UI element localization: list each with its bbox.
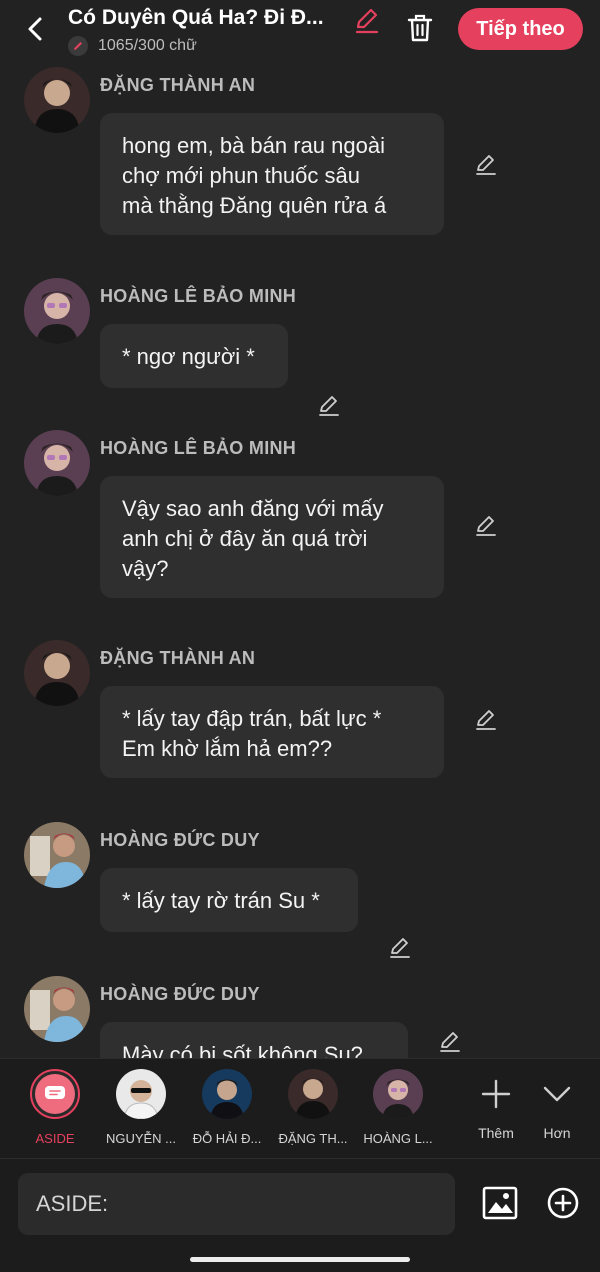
character-do-hai[interactable]: ĐỖ HẢI Đ... [190,1069,264,1146]
speaker-name: HOÀNG LÊ BẢO MINH [100,438,297,458]
character-nguyen[interactable]: NGUYỄN ... [104,1069,178,1146]
character-label: ĐỖ HẢI Đ... [192,1131,262,1146]
avatar[interactable] [24,640,90,706]
message-bubble[interactable]: Vậy sao anh đăng với mấy anh chị ở đây ă… [100,476,444,598]
message-bubble[interactable]: Mày có bị sốt không Su? [100,1022,408,1058]
more-label: Thêm [478,1125,514,1141]
edit-message-button[interactable] [472,512,500,540]
message-bubble[interactable]: hong em, bà bán rau ngoài chợ mới phun t… [100,113,444,235]
speaker-name: HOÀNG ĐỨC DUY [100,830,260,850]
message-line: anh chị ở đây ăn quá trời [122,526,368,551]
back-button[interactable] [18,12,52,46]
speaker-name: ĐẶNG THÀNH AN [100,648,256,668]
story-title[interactable]: Có Duyên Quá Ha? Đi Đ... [68,6,343,30]
message-line: Vậy sao anh đăng với mấy [122,496,384,521]
less-label: Hơn [543,1125,571,1141]
pencil-icon [440,1032,460,1052]
trash-icon [407,14,433,42]
avatar[interactable] [24,976,90,1042]
top-bar: Có Duyên Quá Ha? Đi Đ... 1065/300 chữ Ti… [0,0,600,62]
avatar [373,1069,423,1119]
pencil-icon [476,155,496,175]
edit-title-button[interactable] [350,4,384,38]
collapse-button[interactable]: Hơn [530,1075,584,1141]
message-line: Mày có bị sốt không Su? [122,1042,363,1058]
avatar[interactable] [24,67,90,133]
pencil-icon [319,396,339,416]
add-button[interactable] [543,1183,583,1223]
next-button[interactable]: Tiếp theo [458,8,583,50]
message-line: Em khờ lắm hả em?? [122,736,333,761]
word-count-text: 1065/300 chữ [98,37,197,54]
back-arrow-icon [28,17,42,41]
chevron-down-icon [543,1086,571,1102]
chat-list[interactable]: ĐẶNG THÀNH AN hong em, bà bán rau ngoài … [0,62,600,1058]
add-character-button[interactable]: Thêm [469,1075,523,1141]
edit-message-button[interactable] [386,934,414,962]
avatar [288,1069,338,1119]
pencil-icon [390,938,410,958]
compose-bar: ASIDE: [0,1158,600,1272]
character-aside[interactable]: ASIDE [18,1069,92,1146]
avatar[interactable] [24,278,90,344]
character-label: ASIDE [35,1131,75,1146]
message-bubble[interactable]: * lấy tay rờ trán Su * [100,868,358,932]
home-indicator [190,1257,410,1262]
character-label: NGUYỄN ... [105,1131,177,1146]
message-line: vậy? [122,556,169,581]
delete-button[interactable] [402,10,438,46]
character-label: HOÀNG L... [363,1131,433,1146]
plus-circle-icon [547,1187,579,1219]
image-icon [482,1186,518,1220]
message-line: * lấy tay rờ trán Su * [122,888,320,913]
edit-message-button[interactable] [472,706,500,734]
chat-bubble-icon [45,1086,65,1099]
message-input[interactable]: ASIDE: [18,1173,455,1235]
message-line: hong em, bà bán rau ngoài [122,133,385,158]
avatar [202,1069,252,1119]
character-dang-thanh[interactable]: ĐẶNG TH... [276,1069,350,1146]
character-label: ĐẶNG TH... [278,1131,348,1146]
speaker-name: HOÀNG LÊ BẢO MINH [100,286,297,306]
avatar[interactable] [24,822,90,888]
avatar [116,1069,166,1119]
word-count: 1065/300 chữ [68,36,197,56]
pencil-icon [68,36,88,56]
message-line: mà thằng Đăng quên rửa á [122,193,387,218]
aside-avatar [30,1069,80,1119]
pencil-icon [476,516,496,536]
pencil-icon [476,710,496,730]
speaker-name: ĐẶNG THÀNH AN [100,75,256,95]
message-line: * ngơ người * [122,344,255,369]
pencil-icon [355,8,379,34]
speaker-name: HOÀNG ĐỨC DUY [100,984,260,1004]
edit-message-button[interactable] [472,151,500,179]
message-bubble[interactable]: * lấy tay đập trán, bất lực * Em khờ lắm… [100,686,444,778]
avatar[interactable] [24,430,90,496]
message-bubble[interactable]: * ngơ người * [100,324,288,388]
edit-message-button[interactable] [315,392,343,420]
edit-message-button[interactable] [436,1028,464,1056]
plus-icon [481,1079,511,1109]
image-button[interactable] [480,1183,520,1223]
message-line: * lấy tay đập trán, bất lực * [122,706,382,731]
message-line: chợ mới phun thuốc sâu [122,163,360,188]
character-bar: ASIDE NGUYỄN ... ĐỖ HẢI Đ... ĐẶNG TH... … [0,1058,600,1159]
character-hoang-le[interactable]: HOÀNG L... [361,1069,435,1146]
